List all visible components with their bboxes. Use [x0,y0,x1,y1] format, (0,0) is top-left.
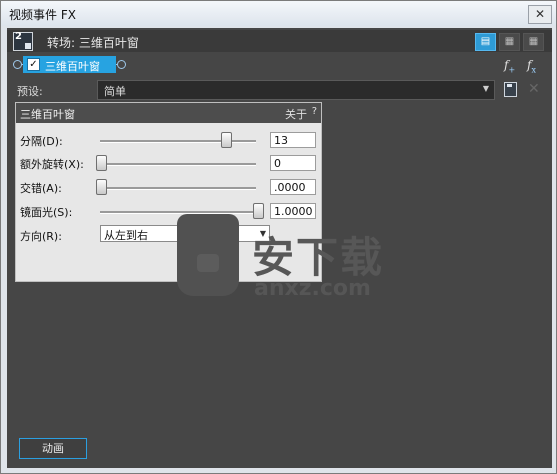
plugin-row: ✓ 三维百叶窗 [7,55,552,75]
divisions-slider-track[interactable] [100,140,256,143]
plugin-chip-3d-blinds[interactable]: ✓ 三维百叶窗 [23,56,116,73]
about-link[interactable]: 关于 [285,106,307,122]
specular-slider-thumb[interactable] [253,203,264,219]
param-label-divisions: 分隔(D): [20,135,63,148]
add-fx-sub: + [508,65,516,75]
plugin-chain-icon[interactable]: 2 [13,32,33,51]
extra-rotation-slider-track[interactable] [100,163,256,166]
add-fx-button[interactable]: f+ [504,58,515,74]
preset-select[interactable]: 简单 ▼ [97,80,495,100]
watermark-cup-mark [197,254,219,272]
chain-label: 转场: 三维百叶窗 [47,36,139,50]
divisions-slider-thumb[interactable] [221,132,232,148]
param-label-stagger: 交错(A): [20,182,62,195]
stagger-slider-track[interactable] [100,187,256,190]
help-icon[interactable]: ? [312,106,317,117]
view-tiles-button[interactable]: ▦ [523,33,544,51]
param-label-specular: 镜面光(S): [20,206,73,219]
chain-icon-number: 2 [15,31,22,42]
plugin-name: 三维百叶窗 [45,60,100,73]
view-list-button[interactable]: ▤ [475,33,496,51]
divisions-input[interactable]: 13 [270,132,316,148]
properties-header: 三维百叶窗 关于 ? [16,103,321,123]
plugin-chain-bar: 2 转场: 三维百叶窗 ▤ ▦ ▦ [7,30,552,52]
specular-input[interactable]: 1.0000 [270,203,316,219]
specular-slider-track[interactable] [100,211,256,214]
param-label-extra-rotation: 额外旋转(X): [20,158,84,171]
direction-value: 从左到右 [104,229,148,242]
animate-button[interactable]: 动画 [19,438,87,459]
view-grid-button[interactable]: ▦ [499,33,520,51]
remove-fx-button[interactable]: fx [527,58,536,74]
preset-value: 简单 [104,85,126,98]
fx-client-area: 2 转场: 三维百叶窗 ▤ ▦ ▦ ✓ 三维百叶窗 f+ fx 预设: 简单 ▼… [7,28,552,468]
chevron-down-icon: ▼ [482,84,489,93]
chain-end-node [117,60,126,69]
chain-start-node [13,60,22,69]
remove-fx-sub: x [531,65,536,75]
window-title: 视频事件 FX [9,8,76,22]
stagger-slider-thumb[interactable] [96,179,107,195]
plugin-enable-checkbox[interactable]: ✓ [27,58,40,71]
watermark-domain: anxz.com [254,276,371,301]
title-bar[interactable]: 视频事件 FX ✕ [1,1,556,26]
param-label-direction: 方向(R): [20,230,62,243]
video-event-fx-window: 视频事件 FX ✕ 2 转场: 三维百叶窗 ▤ ▦ ▦ ✓ 三维百叶窗 f+ f… [0,0,557,474]
extra-rotation-slider-thumb[interactable] [96,155,107,171]
properties-title: 三维百叶窗 [20,108,75,121]
extra-rotation-input[interactable]: 0 [270,155,316,171]
save-preset-icon[interactable] [504,82,517,97]
delete-preset-icon[interactable]: ✕ [528,81,540,97]
preset-label: 预设: [17,85,43,98]
close-button[interactable]: ✕ [528,5,552,24]
chain-icon-box [25,43,31,49]
stagger-input[interactable]: .0000 [270,179,316,195]
